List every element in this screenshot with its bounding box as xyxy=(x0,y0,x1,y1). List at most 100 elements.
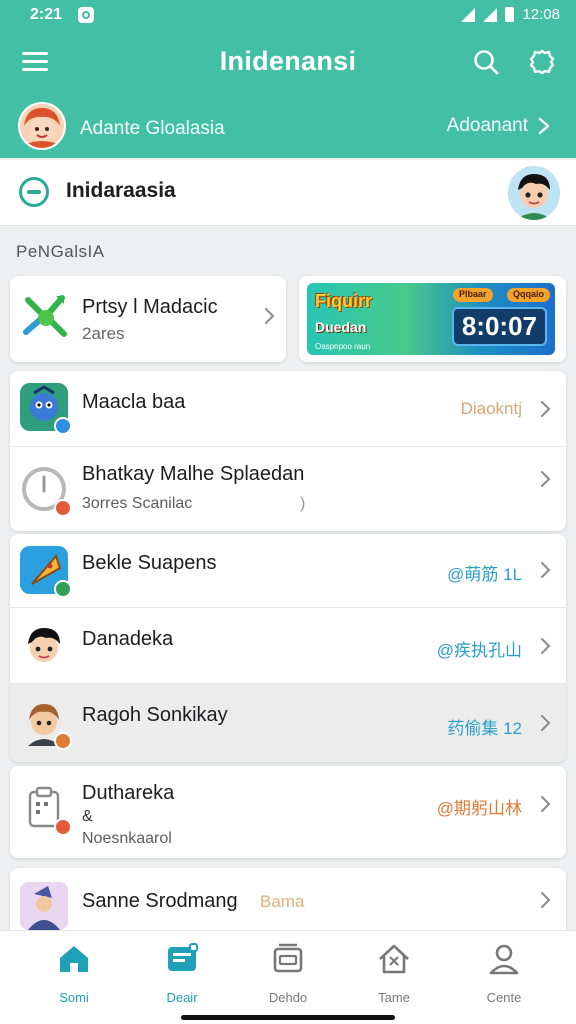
list-card: Maacla baa Diaokntj Bhatkay Malhe Splaed… xyxy=(10,371,566,531)
person-icon xyxy=(489,944,519,975)
item-subtitle: 3orres Scanilac xyxy=(82,495,193,512)
list-item[interactable]: Bekle Suapens @萌筋 1L xyxy=(10,534,566,608)
account-row[interactable]: Adante Gloalasia Adoanant xyxy=(0,96,576,158)
banner-chip: Qqqaio xyxy=(507,288,550,302)
promo-title: Prtsy l Madacic xyxy=(82,296,218,318)
banner-chip: Plbaar xyxy=(453,288,493,302)
list-item[interactable]: Maacla baa Diaokntj xyxy=(10,371,566,447)
account-name: Adante Gloalasia xyxy=(80,118,225,139)
nav-label: Tame xyxy=(378,990,410,1005)
app-icon xyxy=(20,465,72,517)
promo-banner-card[interactable]: Fiquirr Duedan Plbaar Qqqaio 8:0:07 Oasp… xyxy=(299,276,566,362)
app-icon xyxy=(20,784,72,836)
item-meta: Diaokntj xyxy=(460,399,522,418)
chevron-right-icon xyxy=(265,308,275,324)
nav-item-profile[interactable]: Cente xyxy=(464,941,544,1005)
avatar[interactable] xyxy=(18,102,66,150)
status-bar: 2:21 12:08 xyxy=(0,0,576,30)
nav-item-box[interactable]: Dehdo xyxy=(248,941,328,1005)
nav-item-home[interactable]: Somi xyxy=(34,941,114,1005)
banner-timer: 8:0:07 xyxy=(451,307,547,346)
banner-subtitle: Duedan xyxy=(315,319,367,335)
signal-icon xyxy=(461,7,476,22)
list-item[interactable]: Duthareka & Noesnkaarol @期躬山林 xyxy=(10,766,566,858)
list-card: Duthareka & Noesnkaarol @期躬山林 xyxy=(10,766,566,858)
list-item[interactable]: Danadeka @疾执孔山 xyxy=(10,608,566,684)
list-item[interactable]: Ragoh Sonkikay 药偷集 12 xyxy=(10,684,566,762)
app-icon xyxy=(20,622,68,670)
app-icon xyxy=(20,546,72,598)
chevron-right-icon xyxy=(541,471,551,487)
status-badge xyxy=(54,580,72,598)
promo-subtitle: 2ares xyxy=(82,324,125,343)
item-tag: Bama xyxy=(260,892,305,911)
title-row: Inidenansi xyxy=(0,30,576,96)
item-name: Bhatkay Malhe Splaedan xyxy=(82,463,305,485)
boy-avatar-icon xyxy=(508,166,560,220)
bottom-nav: Somi Deair Dehdo Tame Cente xyxy=(0,930,576,1024)
house-icon xyxy=(379,944,409,974)
item-meta: @期躬山林 xyxy=(436,799,522,818)
box-icon xyxy=(273,943,303,973)
banner-footer: Oaspnpoo raun xyxy=(315,342,371,351)
item-name: Danadeka xyxy=(82,628,174,650)
item-name: Sanne Srodmang xyxy=(82,890,238,912)
promo-card[interactable]: Prtsy l Madacic 2ares xyxy=(10,276,286,362)
list-card: Bekle Suapens @萌筋 1L Danadeka @疾执孔山 Rago… xyxy=(10,534,566,762)
signal-icon-2 xyxy=(483,7,498,22)
app-icon xyxy=(20,383,72,435)
section-label: PeNGalsIA xyxy=(16,242,105,261)
notification-icon xyxy=(78,7,94,23)
nav-item-house[interactable]: Tame xyxy=(354,941,434,1005)
item-meta: @萌筋 1L xyxy=(447,565,522,584)
puzzle-arrows-icon xyxy=(23,295,67,337)
app-icon xyxy=(20,698,72,750)
home-indicator[interactable] xyxy=(181,1015,395,1020)
list-item[interactable]: Bhatkay Malhe Splaedan 3orres Scanilac ) xyxy=(10,447,566,531)
item-name: Maacla baa xyxy=(82,391,186,413)
top-app-bar: 2:21 12:08 Inidenansi Adante Gloalasia A… xyxy=(0,0,576,158)
status-icons: 12:08 xyxy=(461,6,560,23)
chevron-right-icon xyxy=(541,892,551,908)
minus-circle-icon[interactable] xyxy=(19,177,49,207)
status-badge xyxy=(54,417,72,435)
item-subtitle-mark: ) xyxy=(300,495,306,512)
game-banner[interactable]: Fiquirr Duedan Plbaar Qqqaio 8:0:07 Oasp… xyxy=(307,283,555,355)
chevron-right-icon xyxy=(541,401,551,417)
status-time: 2:21 xyxy=(30,6,63,23)
nav-item-device[interactable]: Deair xyxy=(142,941,222,1005)
item-name: Duthareka xyxy=(82,782,175,804)
status-badge xyxy=(54,818,72,836)
item-meta: @疾执孔山 xyxy=(436,641,522,660)
nav-label: Dehdo xyxy=(268,990,308,1005)
nav-label: Deair xyxy=(166,990,198,1005)
wizard-icon xyxy=(20,882,68,930)
profile-avatar[interactable] xyxy=(508,166,560,220)
item-name: Bekle Suapens xyxy=(82,552,217,574)
account-link-label: Adoanant xyxy=(446,115,528,136)
battery-icon xyxy=(505,7,515,22)
account-link[interactable]: Adoanant xyxy=(447,115,550,137)
boy-avatar-icon xyxy=(28,628,60,662)
home-icon xyxy=(60,946,88,972)
item-subtitle: Noesnkaarol xyxy=(82,830,172,847)
device-icon xyxy=(168,943,198,971)
nav-label: Somi xyxy=(59,990,89,1005)
status-clock: 12:08 xyxy=(522,6,560,23)
nav-label: Cente xyxy=(486,990,522,1005)
chevron-right-icon xyxy=(541,562,551,578)
item-subtitle-mark: & xyxy=(82,808,93,825)
chevron-right-icon xyxy=(541,715,551,731)
banner-title: Fiquirr xyxy=(315,291,372,311)
header-card[interactable]: Inidaraasia xyxy=(0,160,576,226)
list-item[interactable]: Sanne Srodmang Bama xyxy=(10,868,566,938)
item-name: Ragoh Sonkikay xyxy=(82,704,228,726)
item-meta: 药偷集 12 xyxy=(447,719,522,738)
chevron-right-icon xyxy=(538,117,550,135)
search-icon[interactable] xyxy=(472,48,500,76)
header-card-title: Inidaraasia xyxy=(66,179,176,202)
chevron-right-icon xyxy=(541,638,551,654)
status-badge xyxy=(54,732,72,750)
app-icon xyxy=(20,882,68,930)
gear-icon[interactable] xyxy=(528,48,556,76)
